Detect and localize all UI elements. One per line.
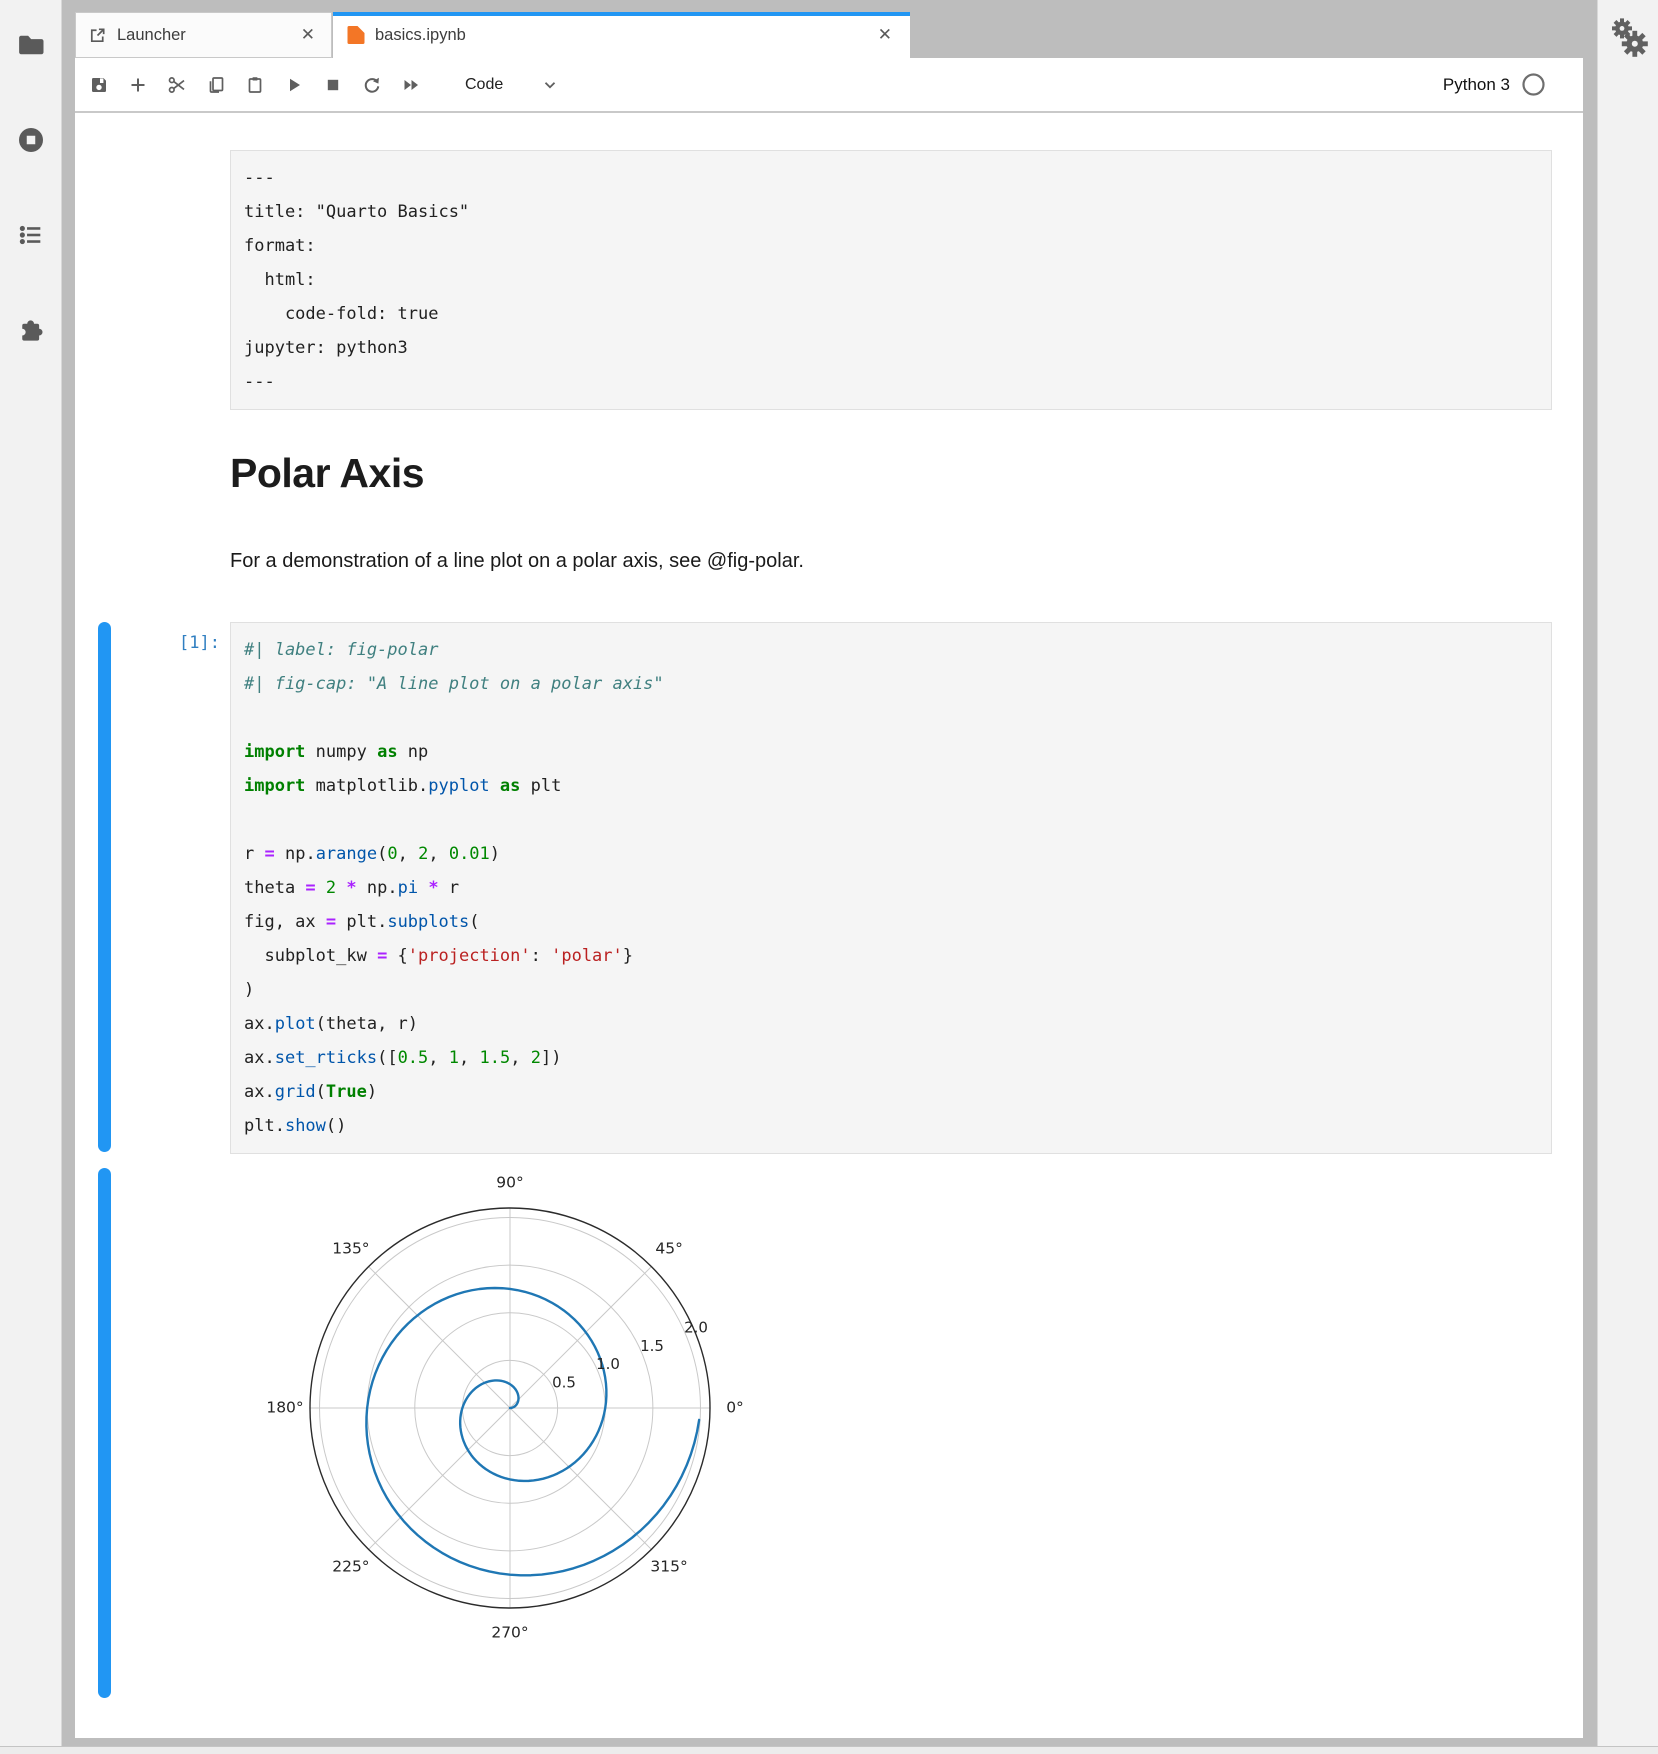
restart-run-all-button[interactable] [400, 74, 422, 96]
svg-text:0.5: 0.5 [552, 1373, 576, 1391]
execution-count: [1]: [143, 633, 220, 653]
restart-icon [362, 75, 382, 95]
stop-icon [323, 75, 343, 95]
svg-text:270°: 270° [491, 1624, 528, 1642]
svg-text:90°: 90° [496, 1174, 523, 1192]
copy-button[interactable] [205, 74, 227, 96]
extension-manager-button[interactable] [13, 312, 49, 348]
cell-collapser[interactable] [98, 622, 111, 1152]
tab-bar: Launcher ✕ basics.ipynb ✕ [75, 12, 1583, 58]
right-sidebar [1597, 0, 1658, 1754]
copy-icon [206, 75, 226, 95]
svg-text:135°: 135° [332, 1239, 369, 1257]
scissors-icon [167, 75, 187, 95]
polar-plot: 0° 45° 90° 135° 180° 225° 270° 315° 0.5 1.0 1.5 2.0 [230, 1150, 790, 1695]
insert-cell-button[interactable] [127, 74, 149, 96]
running-sessions-button[interactable] [13, 122, 49, 158]
paste-icon [245, 75, 265, 95]
tab-launcher[interactable]: Launcher ✕ [75, 12, 332, 58]
cell-type-dropdown[interactable]: Code [465, 76, 503, 94]
launcher-icon [88, 26, 107, 45]
main-panel: Launcher ✕ basics.ipynb ✕ [75, 12, 1583, 1738]
paste-button[interactable] [244, 74, 266, 96]
notebook-toolbar: Code Python 3 [75, 58, 1583, 113]
svg-text:2.0: 2.0 [684, 1319, 708, 1337]
gears-icon [1608, 14, 1648, 62]
run-button[interactable] [283, 74, 305, 96]
svg-text:45°: 45° [655, 1239, 682, 1257]
svg-text:1.5: 1.5 [640, 1337, 664, 1355]
tab-label: Launcher [117, 26, 186, 45]
list-icon [17, 221, 45, 249]
svg-text:225°: 225° [332, 1558, 369, 1576]
code-cell-editor[interactable]: #| label: fig-polar#| fig-cap: "A line p… [230, 622, 1552, 1154]
output-collapser[interactable] [98, 1168, 111, 1698]
kernel-name[interactable]: Python 3 [1443, 75, 1510, 95]
raw-cell[interactable]: ---title: "Quarto Basics"format: html: c… [230, 150, 1552, 410]
raw-cell-lines: ---title: "Quarto Basics"format: html: c… [244, 161, 1538, 399]
puzzle-icon [16, 315, 46, 345]
svg-text:180°: 180° [266, 1399, 303, 1417]
file-browser-button[interactable] [13, 27, 49, 63]
tab-basics-ipynb[interactable]: basics.ipynb ✕ [333, 12, 910, 58]
save-button[interactable] [88, 74, 110, 96]
interrupt-kernel-button[interactable] [322, 74, 344, 96]
svg-text:315°: 315° [650, 1558, 687, 1576]
close-icon[interactable]: ✕ [297, 23, 319, 47]
chevron-down-icon[interactable] [541, 76, 559, 94]
save-icon [89, 75, 109, 95]
kernel-area: Python 3 [1443, 73, 1583, 96]
code-lines: #| label: fig-polar#| fig-cap: "A line p… [244, 633, 1538, 1143]
paragraph: For a demonstration of a line plot on a … [230, 550, 804, 573]
folder-icon [16, 30, 46, 60]
svg-text:0°: 0° [726, 1399, 744, 1417]
fast-forward-icon [401, 75, 421, 95]
property-inspector-button[interactable] [1608, 14, 1648, 62]
restart-kernel-button[interactable] [361, 74, 383, 96]
jupyterlab-window: Launcher ✕ basics.ipynb ✕ [0, 0, 1658, 1754]
status-bar [0, 1746, 1658, 1754]
close-icon[interactable]: ✕ [874, 23, 896, 47]
left-sidebar [0, 0, 62, 1754]
stop-circle-icon [16, 125, 46, 155]
kernel-status-icon[interactable] [1522, 73, 1545, 96]
cut-button[interactable] [166, 74, 188, 96]
plus-icon [128, 75, 148, 95]
run-icon [284, 75, 304, 95]
page-title: Polar Axis [230, 450, 424, 497]
tab-label: basics.ipynb [375, 26, 466, 45]
notebook-icon [347, 25, 365, 45]
svg-text:1.0: 1.0 [596, 1355, 620, 1373]
notebook-content: ---title: "Quarto Basics"format: html: c… [75, 113, 1583, 1738]
table-of-contents-button[interactable] [13, 217, 49, 253]
